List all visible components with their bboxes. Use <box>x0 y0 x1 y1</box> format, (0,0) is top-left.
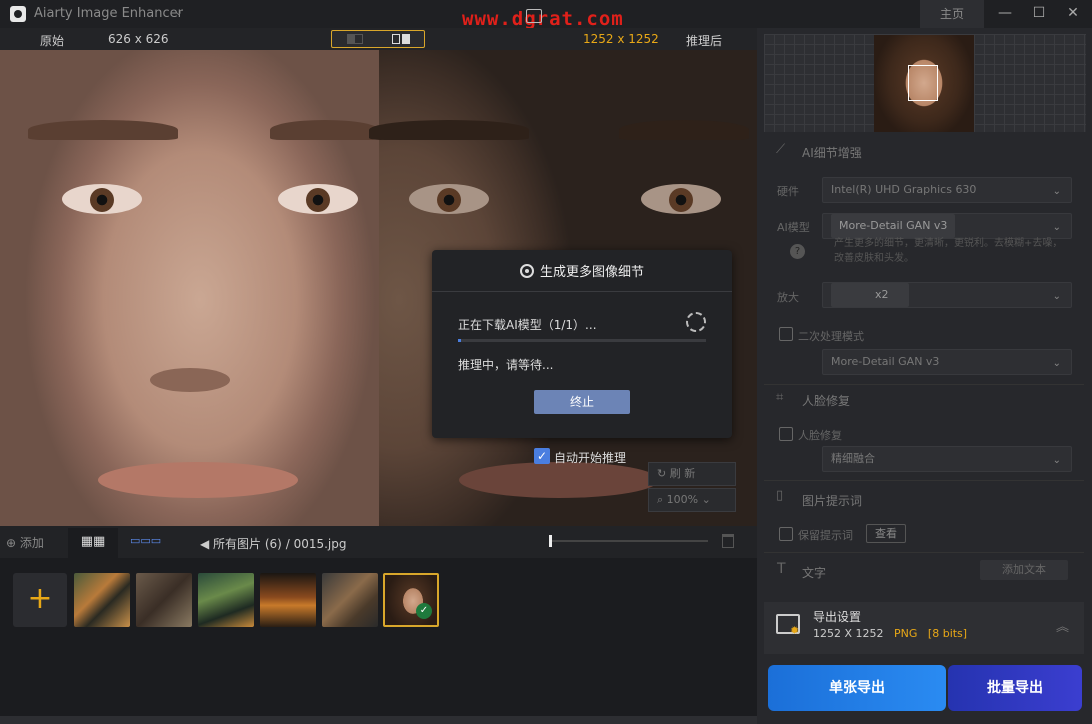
app-title: Aiarty Image Enhancer <box>34 6 183 21</box>
view-mode-toggle[interactable] <box>331 30 425 48</box>
auto-start-label: 自动开始推理 <box>554 451 627 465</box>
slider-handle[interactable] <box>549 535 552 547</box>
chevron-down-icon: ⌄ <box>1052 291 1061 302</box>
grid-view-icon[interactable]: ▦▦ <box>68 528 118 558</box>
detail-section-title: AI细节增强 <box>802 146 862 160</box>
dialog-header: 生成更多图像细节 <box>432 250 732 292</box>
image-size-icon <box>526 9 542 23</box>
chevron-down-icon[interactable]: ⌄ <box>174 5 183 18</box>
gallery-toolbar: ⊕ 添加 ▦▦ ▭▭▭ ◀ 所有图片 (6) / 0015.jpg <box>0 526 757 558</box>
thumbnail-butterfly[interactable] <box>136 573 192 627</box>
add-thumbnail-button[interactable]: + <box>13 573 67 627</box>
chevron-down-icon: ⌄ <box>1052 186 1061 197</box>
thumbnail-size-slider[interactable] <box>550 540 708 542</box>
strip-view-icon[interactable]: ▭▭▭ <box>130 534 161 547</box>
inference-status: 推理中，请等待... <box>458 358 554 372</box>
second-pass-select[interactable]: More-Detail GAN v3 ⌄ <box>822 349 1072 375</box>
zoom-icon: ⌕ <box>657 493 667 506</box>
breadcrumb-all[interactable]: 所有图片 (6) <box>213 537 282 551</box>
enhance-icon: ⟋ <box>776 142 786 157</box>
keep-prompt-checkbox[interactable] <box>779 527 793 541</box>
prompt-section-title: 图片提示词 <box>802 494 863 508</box>
second-pass-checkbox[interactable] <box>779 327 793 341</box>
refresh-icon: ↻ <box>657 467 670 480</box>
spinner-icon <box>686 312 706 332</box>
thumbnail-strip: + <box>0 558 757 716</box>
help-icon[interactable]: ? <box>790 244 805 259</box>
side-by-side-button[interactable] <box>378 31 424 47</box>
after-label: 推理后 <box>686 34 723 48</box>
add-image-button[interactable]: ⊕ 添加 <box>6 534 44 551</box>
model-description: 产生更多的细节，更清晰，更锐利。去模糊+去噪，改善皮肤和头发。 <box>834 238 1063 264</box>
side-by-side-icon <box>392 34 410 44</box>
chevron-down-icon: ⌄ <box>698 493 711 506</box>
output-size: 1252 x 1252 <box>583 32 659 46</box>
hardware-select[interactable]: Intel(R) UHD Graphics 630 ⌄ <box>822 177 1072 203</box>
collapse-up-icon[interactable]: ︽ <box>1056 616 1069 635</box>
text-section-title: 文字 <box>802 566 827 580</box>
chevron-down-icon: ⌄ <box>1052 358 1061 369</box>
download-progress-bar <box>458 339 706 342</box>
dialog-title: 生成更多图像细节 <box>539 265 644 280</box>
refresh-button[interactable]: ↻ 刷 新 <box>648 462 736 486</box>
close-button[interactable]: ✕ <box>1056 0 1090 28</box>
second-pass-label: 二次处理模式 <box>798 330 864 343</box>
thumbnail-dog[interactable] <box>322 573 378 627</box>
hardware-label: 硬件 <box>777 185 799 198</box>
thumbnail-tiger[interactable] <box>74 573 130 627</box>
progress-fill <box>458 339 461 342</box>
breadcrumb-file: 0015.jpg <box>293 537 347 551</box>
model-label: AI模型 <box>777 221 810 234</box>
thumbnail-portrait-selected[interactable] <box>383 573 439 627</box>
check-icon: ✓ <box>416 603 432 619</box>
original-size: 626 x 626 <box>108 32 169 46</box>
view-prompt-button[interactable]: 查看 <box>866 524 906 543</box>
plus-circle-icon: ⊕ <box>6 536 20 550</box>
aperture-icon <box>519 263 534 278</box>
original-label: 原始 <box>40 34 65 48</box>
face-icon: ⌗ <box>776 390 784 405</box>
chevron-down-icon: ⌄ <box>1052 455 1061 466</box>
breadcrumb: ◀ 所有图片 (6) / 0015.jpg <box>200 537 347 551</box>
export-format: PNG <box>894 627 918 640</box>
document-icon: ▯ <box>776 488 784 503</box>
auto-start-checkbox[interactable]: ✓ <box>534 448 550 464</box>
navigator-viewport-box[interactable] <box>908 65 938 101</box>
app-logo-icon <box>10 6 26 22</box>
batch-export-button[interactable]: 批量导出 <box>948 665 1082 711</box>
home-button[interactable]: 主页 <box>920 0 984 28</box>
export-size: 1252 X 1252 <box>813 627 884 640</box>
face-section-title: 人脸修复 <box>802 394 851 408</box>
single-export-button[interactable]: 单张导出 <box>768 665 946 711</box>
export-title: 导出设置 <box>813 610 862 624</box>
split-view-icon <box>347 34 363 44</box>
trash-icon[interactable] <box>722 534 734 548</box>
face-repair-label: 人脸修复 <box>798 429 842 442</box>
add-text-button[interactable]: 添加文本 <box>980 560 1068 580</box>
thumbnail-burger[interactable] <box>260 573 316 627</box>
watermark: www.dgrat.com <box>462 8 624 30</box>
stop-button[interactable]: 终止 <box>534 390 630 414</box>
split-view-button[interactable] <box>332 31 378 47</box>
scale-select[interactable]: x2 ⌄ <box>822 282 1072 308</box>
export-settings[interactable]: ✹ 导出设置 1252 X 1252 PNG [8 bits] ︽ <box>764 602 1084 654</box>
download-status: 正在下载AI模型（1/1）... <box>458 318 597 332</box>
zoom-dropdown[interactable]: ⌕ 100% ⌄ <box>648 488 736 512</box>
export-bits: [8 bits] <box>927 627 968 640</box>
maximize-button[interactable]: ☐ <box>1022 0 1056 28</box>
text-icon: T <box>777 561 786 577</box>
scale-label: 放大 <box>777 291 799 304</box>
export-info: 1252 X 1252 PNG [8 bits] <box>813 627 967 640</box>
thumbnail-forest[interactable] <box>198 573 254 627</box>
keep-prompt-label: 保留提示词 <box>798 529 853 542</box>
face-repair-checkbox[interactable] <box>779 427 793 441</box>
back-arrow-icon[interactable]: ◀ <box>200 537 213 551</box>
progress-dialog: 生成更多图像细节 正在下载AI模型（1/1）... 推理中，请等待... 终止 <box>432 250 732 438</box>
face-mode-select[interactable]: 精细融合 ⌄ <box>822 446 1072 472</box>
original-image <box>0 50 379 526</box>
minimize-button[interactable]: — <box>988 0 1022 28</box>
gear-icon: ✹ <box>790 624 800 637</box>
